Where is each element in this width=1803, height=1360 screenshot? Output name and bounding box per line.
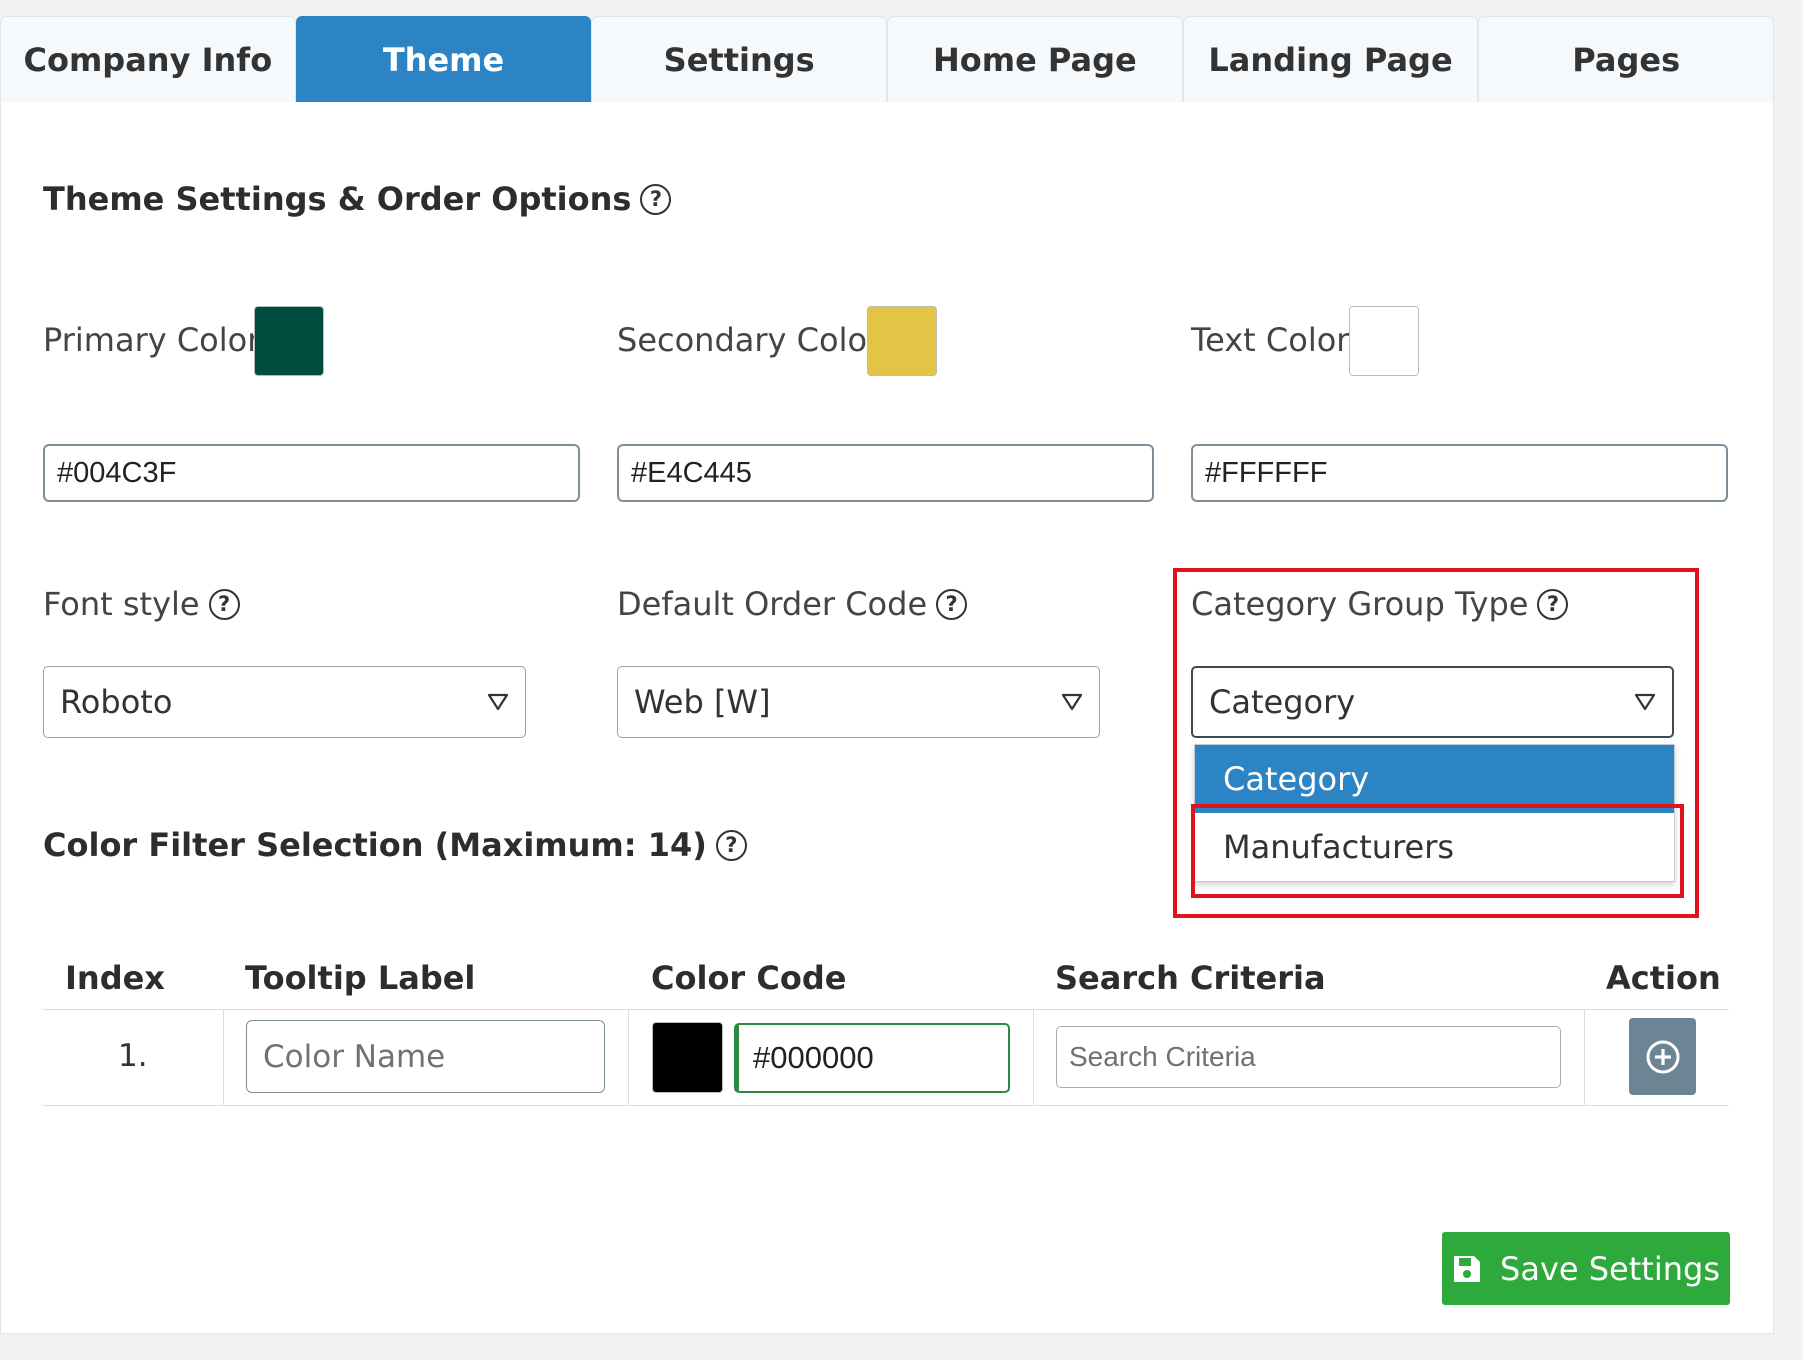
primary-color-input[interactable]	[43, 444, 580, 502]
save-settings-button[interactable]: Save Settings	[1442, 1232, 1730, 1305]
save-settings-label: Save Settings	[1500, 1249, 1720, 1288]
tab-landing-page[interactable]: Landing Page	[1182, 16, 1479, 102]
table-row-divider	[43, 1105, 1729, 1106]
question-circle-icon[interactable]: ?	[640, 183, 672, 215]
font-style-label: Font style ?	[43, 582, 240, 626]
table-header-divider	[43, 1009, 1729, 1010]
secondary-color-label: Secondary Color	[617, 321, 881, 359]
secondary-color-input[interactable]	[617, 444, 1154, 502]
category-group-select[interactable]: Category	[1191, 666, 1674, 738]
category-group-dropdown: Category Manufacturers	[1194, 744, 1675, 882]
tab-company-info[interactable]: Company Info	[0, 16, 296, 102]
question-circle-icon[interactable]: ?	[936, 588, 968, 620]
row-color-swatch[interactable]	[652, 1022, 723, 1093]
text-color-swatch[interactable]	[1349, 306, 1419, 376]
table-column-divider	[223, 1009, 224, 1105]
section-title-text: Theme Settings & Order Options	[43, 180, 632, 218]
order-code-value: Web [W]	[634, 683, 771, 721]
caret-down-icon	[487, 693, 509, 711]
font-style-value: Roboto	[60, 683, 173, 721]
tab-pages[interactable]: Pages	[1478, 16, 1775, 102]
tab-home-page[interactable]: Home Page	[887, 16, 1183, 102]
tab-bar: Company Info Theme Settings Home Page La…	[0, 16, 1775, 102]
floppy-disk-icon	[1454, 1255, 1481, 1282]
column-header-tooltip-label: Tooltip Label	[245, 959, 476, 997]
secondary-color-swatch[interactable]	[867, 306, 937, 376]
order-code-select[interactable]: Web [W]	[617, 666, 1100, 738]
color-code-input[interactable]	[734, 1023, 1010, 1093]
tab-settings[interactable]: Settings	[591, 16, 888, 102]
section-title: Theme Settings & Order Options ?	[43, 174, 672, 224]
caret-down-icon	[1061, 693, 1083, 711]
font-style-select[interactable]: Roboto	[43, 666, 526, 738]
plus-circle-icon	[1646, 1040, 1679, 1073]
question-circle-icon[interactable]: ?	[1537, 588, 1569, 620]
table-column-divider	[628, 1009, 629, 1105]
primary-color-label: Primary Color	[43, 321, 261, 359]
row-index: 1.	[118, 1038, 148, 1074]
color-filter-title: Color Filter Selection (Maximum: 14) ?	[43, 820, 747, 870]
column-header-action: Action	[1606, 959, 1721, 997]
table-column-divider	[1033, 1009, 1034, 1105]
primary-color-swatch[interactable]	[254, 306, 324, 376]
question-circle-icon[interactable]: ?	[715, 829, 747, 861]
category-group-label: Category Group Type ?	[1191, 582, 1569, 626]
theme-panel: Theme Settings & Order Options ? Primary…	[0, 102, 1774, 1334]
dropdown-option-manufacturers[interactable]: Manufacturers	[1195, 813, 1674, 881]
text-color-label: Text Color	[1191, 321, 1350, 359]
category-group-value: Category	[1209, 683, 1356, 721]
column-header-search-criteria: Search Criteria	[1055, 959, 1326, 997]
column-header-index: Index	[65, 959, 165, 997]
order-code-label: Default Order Code ?	[617, 582, 968, 626]
question-circle-icon[interactable]: ?	[208, 588, 240, 620]
tooltip-label-input[interactable]	[246, 1020, 605, 1093]
text-color-input[interactable]	[1191, 444, 1728, 502]
add-row-button[interactable]	[1629, 1018, 1696, 1095]
search-criteria-input[interactable]	[1056, 1026, 1561, 1088]
table-column-divider	[1584, 1009, 1585, 1105]
color-filter-title-text: Color Filter Selection (Maximum: 14)	[43, 826, 707, 864]
dropdown-option-category[interactable]: Category	[1195, 745, 1674, 813]
caret-down-icon	[1634, 693, 1656, 711]
tab-theme[interactable]: Theme	[295, 16, 592, 102]
column-header-color-code: Color Code	[651, 959, 847, 997]
